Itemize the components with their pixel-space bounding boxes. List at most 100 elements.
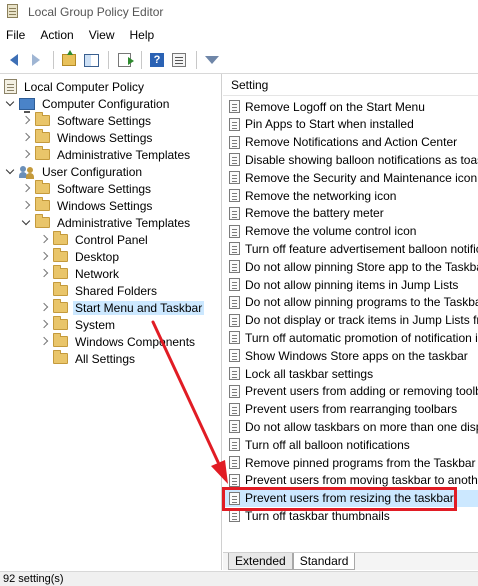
status-bar: 92 setting(s) xyxy=(0,571,478,586)
tree-item-uc-windows-settings[interactable]: Windows Settings xyxy=(22,197,154,214)
up-one-level-button[interactable] xyxy=(59,50,79,70)
back-icon xyxy=(10,54,18,66)
export-list-button[interactable] xyxy=(114,50,134,70)
menu-help[interactable]: Help xyxy=(130,28,162,42)
setting-row[interactable]: Show Windows Store apps on the taskbar xyxy=(223,347,478,364)
chevron-down-icon[interactable] xyxy=(6,167,15,176)
tree-pane[interactable]: Local Computer Policy Computer Configura… xyxy=(0,74,222,570)
tree-item-computer-configuration[interactable]: Computer Configuration xyxy=(6,95,171,113)
tree-label: Administrative Templates xyxy=(57,215,191,230)
setting-row[interactable]: Disable showing balloon notifications as… xyxy=(223,151,478,168)
setting-row[interactable]: Lock all taskbar settings xyxy=(223,365,478,382)
tree-item-uc-administrative-templates[interactable]: Administrative Templates xyxy=(22,214,192,231)
tree-item-desktop[interactable]: Desktop xyxy=(40,248,121,265)
setting-row[interactable]: Do not allow pinning Store app to the Ta… xyxy=(223,258,478,275)
chevron-right-icon[interactable] xyxy=(40,252,49,261)
help-icon: ? xyxy=(150,53,164,67)
tree-item-local-computer-policy[interactable]: Local Computer Policy xyxy=(4,78,146,95)
chevron-right-icon[interactable] xyxy=(40,269,49,278)
tree-item-cc-administrative-templates[interactable]: Administrative Templates xyxy=(22,146,192,163)
forward-button[interactable] xyxy=(26,50,46,70)
chevron-right-icon[interactable] xyxy=(40,235,49,244)
toolbar: ? xyxy=(0,48,478,72)
folder-icon xyxy=(35,129,50,143)
settings-list-pane[interactable]: Setting Remove Logoff on the Start Menu P… xyxy=(223,74,478,550)
show-hide-tree-button[interactable] xyxy=(81,50,101,70)
folder-icon xyxy=(53,333,68,347)
chevron-right-icon[interactable] xyxy=(22,150,31,159)
setting-row[interactable]: Remove pinned programs from the Taskbar xyxy=(223,454,478,471)
menu-file[interactable]: File xyxy=(6,28,32,42)
setting-label: Do not display or track items in Jump Li… xyxy=(245,313,478,328)
tree-item-network[interactable]: Network xyxy=(40,265,121,282)
policy-setting-icon xyxy=(229,189,240,202)
filter-button[interactable] xyxy=(202,50,222,70)
setting-row[interactable]: Do not allow pinning programs to the Tas… xyxy=(223,294,478,311)
tree-label: Windows Settings xyxy=(57,198,153,213)
view-tabs: Extended Standard xyxy=(223,552,478,570)
tree-label: Start Menu and Taskbar xyxy=(73,300,205,315)
chevron-down-icon[interactable] xyxy=(6,99,15,108)
tree-label: Computer Configuration xyxy=(42,96,170,111)
setting-row[interactable]: Remove Logoff on the Start Menu xyxy=(223,98,478,115)
setting-row[interactable]: Do not display or track items in Jump Li… xyxy=(223,312,478,329)
tab-extended[interactable]: Extended xyxy=(228,553,293,570)
setting-row[interactable]: Turn off automatic promotion of notifica… xyxy=(223,329,478,346)
chevron-right-icon[interactable] xyxy=(40,303,49,312)
chevron-right-icon[interactable] xyxy=(40,320,49,329)
setting-label: Prevent users from adding or removing to… xyxy=(245,384,478,399)
toolbar-separator xyxy=(53,51,54,69)
chevron-right-icon[interactable] xyxy=(22,116,31,125)
setting-row[interactable]: Do not allow pinning items in Jump Lists xyxy=(223,276,478,293)
tree-item-cc-software-settings[interactable]: Software Settings xyxy=(22,112,153,129)
chevron-right-icon[interactable] xyxy=(22,133,31,142)
menu-view[interactable]: View xyxy=(89,28,122,42)
folder-icon xyxy=(35,197,50,211)
tree-label: Shared Folders xyxy=(75,283,158,298)
setting-row[interactable]: Remove the volume control icon xyxy=(223,223,478,240)
policy-setting-icon xyxy=(229,206,240,220)
setting-row[interactable]: Remove Notifications and Action Center xyxy=(223,134,478,151)
tree-item-start-menu-and-taskbar[interactable]: Start Menu and Taskbar xyxy=(40,299,205,316)
tab-standard[interactable]: Standard xyxy=(292,553,356,570)
setting-row[interactable]: Turn off feature advertisement balloon n… xyxy=(223,240,478,257)
setting-label: Remove the volume control icon xyxy=(245,224,417,239)
setting-label: Do not allow pinning Store app to the Ta… xyxy=(245,259,478,274)
setting-label: Do not allow pinning programs to the Tas… xyxy=(245,295,478,310)
toolbar-separator xyxy=(108,51,109,69)
tree-item-user-configuration[interactable]: User Configuration xyxy=(6,163,144,180)
tree-item-cc-windows-settings[interactable]: Windows Settings xyxy=(22,129,154,146)
setting-row[interactable]: Remove the Security and Maintenance icon xyxy=(223,169,478,186)
column-header-setting[interactable]: Setting xyxy=(223,74,478,96)
tree-item-windows-components[interactable]: Windows Components xyxy=(40,333,197,350)
chevron-right-icon[interactable] xyxy=(22,184,31,193)
setting-label: Do not allow pinning items in Jump Lists xyxy=(245,277,459,292)
setting-row[interactable]: Remove the battery meter xyxy=(223,205,478,222)
toolbar-separator xyxy=(141,51,142,69)
filter-icon xyxy=(205,56,219,64)
show-hide-tree-icon xyxy=(83,53,99,67)
chevron-right-icon[interactable] xyxy=(22,201,31,210)
setting-row[interactable]: Remove the networking icon xyxy=(223,187,478,204)
setting-row[interactable]: Prevent users from adding or removing to… xyxy=(223,383,478,400)
back-button[interactable] xyxy=(4,50,24,70)
setting-row[interactable]: Turn off all balloon notifications xyxy=(223,436,478,453)
chevron-right-icon[interactable] xyxy=(40,337,49,346)
tree-item-shared-folders[interactable]: Shared Folders xyxy=(40,282,159,299)
tree-item-system[interactable]: System xyxy=(40,316,117,333)
setting-row[interactable]: Prevent users from rearranging toolbars xyxy=(223,401,478,418)
setting-row[interactable]: Pin Apps to Start when installed xyxy=(223,116,478,133)
folder-icon xyxy=(53,316,68,330)
policy-setting-icon xyxy=(229,367,240,380)
chevron-down-icon[interactable] xyxy=(22,218,31,227)
setting-row[interactable]: Do not allow taskbars on more than one d… xyxy=(223,418,478,435)
setting-label: Remove the Security and Maintenance icon xyxy=(245,170,478,185)
tree-item-all-settings[interactable]: All Settings xyxy=(40,350,137,367)
menu-action[interactable]: Action xyxy=(40,28,80,42)
folder-icon xyxy=(53,231,68,245)
tree-item-control-panel[interactable]: Control Panel xyxy=(40,231,150,248)
setting-label: Remove the battery meter xyxy=(245,206,384,221)
properties-button[interactable] xyxy=(169,50,189,70)
help-button[interactable]: ? xyxy=(147,50,167,70)
tree-item-uc-software-settings[interactable]: Software Settings xyxy=(22,180,153,197)
